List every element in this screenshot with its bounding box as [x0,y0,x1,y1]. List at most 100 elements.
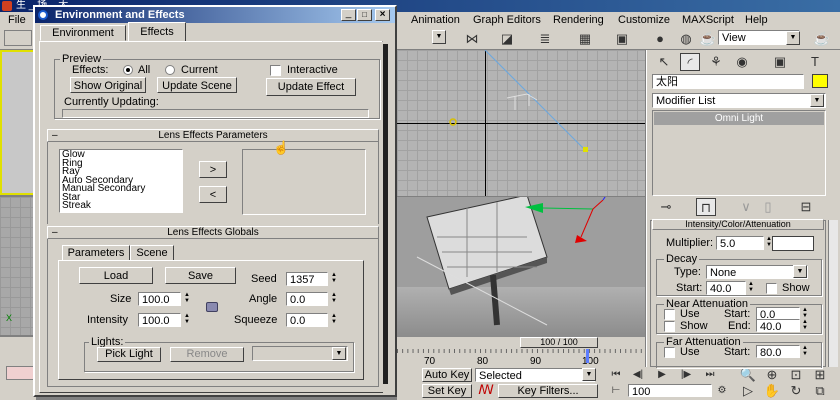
decay-start-field[interactable]: 40.0 [706,281,746,295]
quick-render-icon[interactable]: ☕ [698,30,718,48]
next-frame-icon[interactable]: |▶ [676,366,696,384]
minimize-button[interactable]: _ [341,9,356,21]
modifier-list-dropdown[interactable]: Modifier List [652,93,826,108]
remove-light-button[interactable]: Remove [170,347,244,362]
create-tab-icon[interactable]: ↖ [654,53,674,71]
tab-effects[interactable]: Effects [128,22,186,42]
intensity-rollout-header[interactable]: Intensity/Color/Attenuation [652,219,824,230]
selection-filter-dropdown[interactable]: ▼ [432,30,446,44]
maximize-viewport-icon[interactable]: ⧉ [810,382,830,400]
near-end-spinner[interactable]: ▲ ▼ [800,319,810,331]
add-effect-button[interactable]: > [199,161,227,178]
active-effects-list[interactable] [242,149,366,215]
decay-show-checkbox[interactable] [766,283,777,294]
key-tangent-icon[interactable]: ꟿ [476,382,496,398]
size-field[interactable]: 100.0 [138,292,181,306]
lens-effects-list[interactable]: Glow Ring Ray Auto Secondary Manual Seco… [59,149,183,213]
seed-spinner[interactable]: ▲ ▼ [329,272,339,284]
viewport-perspective[interactable] [397,197,645,337]
display-tab-icon[interactable]: ▣ [770,53,790,71]
fov-icon[interactable]: ▷ [738,382,758,400]
stack-item-omni-light[interactable]: Omni Light [654,112,824,125]
object-name-field[interactable]: 太阳 [652,74,804,89]
globals-tab-scene[interactable]: Scene [130,245,174,261]
mirror-icon[interactable]: ⋈ [462,30,482,48]
angle-field[interactable]: 0.0 [286,292,328,306]
pan-icon[interactable]: ✋ [762,382,782,400]
render-type-arrow[interactable]: ▼ [786,31,800,45]
dialog-scrollbar[interactable] [382,42,390,392]
object-color-swatch[interactable] [812,74,828,88]
multiplier-field[interactable]: 5.0 [716,236,764,250]
auto-key-button[interactable]: Auto Key [422,368,472,382]
menu-rendering[interactable]: Rendering [553,14,604,27]
far-start-field[interactable]: 80.0 [756,345,800,358]
material-editor-icon[interactable]: ● [650,30,670,48]
modifier-list-arrow[interactable]: ▼ [810,94,824,107]
set-key-button[interactable]: Set Key [422,384,472,398]
lens-globals-header[interactable]: – Lens Effects Globals [47,226,379,239]
menu-help[interactable]: Help [745,14,768,27]
near-end-field[interactable]: 40.0 [756,319,800,332]
update-effect-button[interactable]: Update Effect [266,78,356,96]
hierarchy-tab-icon[interactable]: ⚘ [706,53,726,71]
interactive-checkbox[interactable] [270,65,281,76]
seed-field[interactable]: 1357 [286,272,328,286]
near-use-checkbox[interactable] [664,309,675,320]
remove-effect-button[interactable]: < [199,186,227,203]
pin-stack-icon[interactable]: ⊸ [656,198,676,216]
maximize-button[interactable]: □ [357,9,372,21]
tab-environment[interactable]: Environment [40,25,126,41]
decay-type-arrow[interactable]: ▼ [793,265,807,278]
menu-customize[interactable]: Customize [618,14,670,27]
configure-sets-icon[interactable]: ⊟ [796,198,816,216]
show-end-result-icon[interactable]: ⊓ [696,198,716,216]
current-frame-field[interactable]: 100 [628,384,712,397]
make-unique-icon[interactable]: ∨ [736,198,756,216]
schematic-icon[interactable]: ▣ [612,30,632,48]
remove-modifier-icon[interactable]: ▯ [758,198,778,216]
time-slider[interactable]: 100 / 100 [520,337,598,348]
squeeze-spinner[interactable]: ▲ ▼ [329,313,339,325]
render-last-icon[interactable]: ☕ [812,30,832,48]
far-use-checkbox[interactable] [664,347,675,358]
menu-graph-editors[interactable]: Graph Editors [473,14,541,27]
angle-spinner[interactable]: ▲ ▼ [329,292,339,304]
time-config-icon[interactable]: ⚙ [712,382,732,400]
far-start-spinner[interactable]: ▲ ▼ [800,345,810,357]
play-icon[interactable]: ▶ [652,366,672,384]
dialog-scroll-thumb[interactable] [383,44,388,384]
lock-icon[interactable] [206,302,218,312]
menu-animation[interactable]: Animation [411,14,460,27]
squeeze-field[interactable]: 0.0 [286,313,328,327]
command-panel-scrollbar[interactable] [828,220,838,367]
close-button[interactable]: × [375,9,390,21]
near-show-checkbox[interactable] [664,321,675,332]
intensity-field[interactable]: 100.0 [138,313,181,327]
lights-dropdown-arrow[interactable]: ▼ [332,347,346,360]
modify-tab-icon[interactable]: ◜ [680,53,700,71]
radio-current[interactable] [165,65,175,75]
layer-icon[interactable]: ≣ [535,30,555,48]
list-item[interactable]: Streak [62,201,180,211]
pick-light-button[interactable]: Pick Light [97,347,161,362]
intensity-spinner[interactable]: ▲ ▼ [182,313,192,325]
prev-frame-icon[interactable]: ◀| [628,366,648,384]
orbit-icon[interactable]: ↻ [786,382,806,400]
globals-tab-parameters[interactable]: Parameters [62,245,130,261]
render-scene-icon[interactable]: ◍ [676,30,696,48]
viewport-top[interactable] [397,50,645,196]
near-start-spinner[interactable]: ▲ ▼ [800,307,810,319]
save-button[interactable]: Save [165,267,236,284]
size-spinner[interactable]: ▲ ▼ [182,292,192,304]
show-original-button[interactable]: Show Original [70,77,146,93]
key-mode-arrow[interactable]: ▼ [582,368,596,381]
curve-editor-icon[interactable]: ▦ [575,30,595,48]
motion-tab-icon[interactable]: ◉ [732,53,752,71]
modifier-stack[interactable]: Omni Light [652,110,826,196]
utilities-tab-icon[interactable]: T [805,53,825,71]
left-viewport-top[interactable] [0,50,36,195]
decay-start-spinner[interactable]: ▲ ▼ [746,281,756,293]
menu-file[interactable]: File [8,14,26,27]
align-icon[interactable]: ◪ [497,30,517,48]
